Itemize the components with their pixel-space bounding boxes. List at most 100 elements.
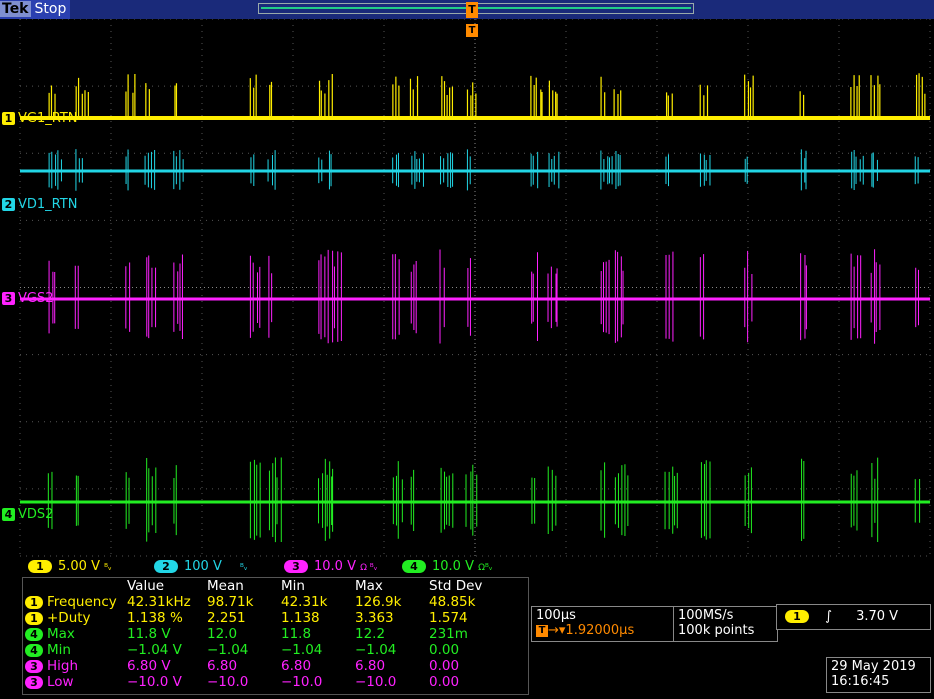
record-length: 100k points: [678, 623, 755, 638]
measurement-max: 12.2: [355, 626, 386, 642]
ch1-scale-icon: 1: [28, 560, 52, 573]
measurement-source-icon: 4: [25, 627, 43, 641]
measurement-source-icon: 4: [25, 643, 43, 657]
measurement-panel[interactable]: Value Mean Min Max Std Dev 1 Frequency 42.…: [22, 577, 529, 695]
channel-1-icon: 1: [2, 112, 15, 125]
timebase-box[interactable]: 100µs T →▾1.92000µs: [531, 606, 675, 642]
brand-logo: Tek: [0, 1, 31, 17]
measurement-mean: −10.0: [207, 674, 249, 690]
ch1-bw-icon: ᴮᵥ: [104, 563, 112, 573]
measurement-row[interactable]: 1 +Duty 1.138 % 2.251 1.138 3.363 1.574: [23, 610, 484, 626]
channel-3-name: VGS2: [18, 291, 54, 306]
trigger-position: 1.92000µs: [565, 623, 635, 638]
measurement-min: 6.80: [281, 658, 312, 674]
measurement-max: 3.363: [355, 610, 394, 626]
measurement-row[interactable]: 4 Max 11.8 V 12.0 11.8 12.2 231m: [23, 626, 484, 642]
channel-4-icon: 4: [2, 508, 15, 521]
trigger-position-icon[interactable]: T: [466, 2, 478, 18]
ch4-scale-icon: 4: [402, 560, 426, 573]
acquisition-state: Stop: [34, 1, 67, 17]
measurement-mean: 6.80: [207, 658, 238, 674]
brand-run-state[interactable]: Tek Stop: [0, 0, 70, 19]
ch1-scale[interactable]: 1 5.00 V ᴮᵥ: [28, 558, 112, 577]
measurement-header-row: Value Mean Min Max Std Dev: [23, 578, 484, 594]
measurement-row[interactable]: 1 Frequency 42.31kHz 98.71k 42.31k 126.9k 48.8…: [23, 594, 484, 610]
measurement-mean: −1.04: [207, 642, 249, 658]
ch2-scale[interactable]: 2 100 V ᴮᵥ: [154, 558, 248, 577]
ch3-scale[interactable]: 3 10.0 V Ω ᴮᵥ: [284, 558, 378, 577]
trigger-level: 3.70 V: [856, 609, 899, 624]
measurement-name: Min: [47, 642, 71, 658]
channel-3-icon: 3: [2, 292, 15, 305]
header-mean: Mean: [207, 578, 244, 594]
trigger-box[interactable]: 1 ∫ 3.70 V: [776, 604, 931, 630]
measurement-value: 1.138 %: [127, 610, 183, 626]
measurement-row[interactable]: 3 High 6.80 V 6.80 6.80 6.80 0.00: [23, 658, 484, 674]
measurement-mean: 98.71k: [207, 594, 254, 610]
measurement-value: 6.80 V: [127, 658, 171, 674]
ch2-scale-value: 100 V: [184, 559, 222, 574]
measurement-value: −1.04 V: [127, 642, 182, 658]
measurement-min: −1.04: [281, 642, 323, 658]
ch2-bw-icon: ᴮᵥ: [239, 563, 248, 573]
channel-3-label[interactable]: 3 VGS2: [2, 291, 54, 306]
header-value: Value: [127, 578, 165, 594]
header-max: Max: [355, 578, 383, 594]
measurement-mean: 12.0: [207, 626, 238, 642]
measurement-min: −10.0: [281, 674, 323, 690]
measurement-max: 126.9k: [355, 594, 402, 610]
measurement-row[interactable]: 4 Min −1.04 V −1.04 −1.04 −1.04 0.00: [23, 642, 484, 658]
ch3-scale-icon: 3: [284, 560, 308, 573]
ch2-scale-icon: 2: [154, 560, 178, 573]
rising-edge-icon: ∫: [825, 609, 832, 624]
ch3-scale-value: 10.0 V: [314, 559, 356, 574]
measurement-value: 42.31kHz: [127, 594, 191, 610]
measurement-source-icon: 1: [25, 595, 43, 609]
measurement-value: 11.8 V: [127, 626, 171, 642]
channel-scale-bar: 1 5.00 V ᴮᵥ 2 100 V ᴮᵥ 3 10.0 V Ω ᴮᵥ 4 10.0 …: [22, 558, 527, 576]
channel-2-label[interactable]: 2 VD1_RTN: [2, 197, 77, 212]
channel-4-name: VDS2: [18, 507, 54, 522]
acquisition-box[interactable]: 100MS/s 100k points: [673, 606, 778, 642]
measurement-table: Value Mean Min Max Std Dev 1 Frequency 42.…: [23, 578, 484, 690]
time: 16:16:45: [831, 674, 890, 689]
status-bar: Tek Stop T: [0, 0, 934, 19]
measurement-mean: 2.251: [207, 610, 246, 626]
horizontal-scale: 100µs: [536, 608, 576, 623]
date: 29 May 2019: [831, 659, 916, 674]
measurement-value: −10.0 V: [127, 674, 182, 690]
header-min: Min: [281, 578, 305, 594]
measurement-std: 0.00: [429, 642, 460, 658]
measurement-max: 6.80: [355, 658, 386, 674]
ch1-scale-value: 5.00 V: [58, 559, 100, 574]
graticule-center: [20, 19, 930, 556]
measurement-min: 42.31k: [281, 594, 328, 610]
measurement-min: 11.8: [281, 626, 312, 642]
waveform-display[interactable]: [0, 19, 934, 559]
measurement-std: 231m: [429, 626, 468, 642]
channel-1-label[interactable]: 1 VG1_RTN: [2, 111, 78, 126]
measurement-name: High: [47, 658, 79, 674]
measurement-min: 1.138: [281, 610, 320, 626]
trigger-time-icon: T: [466, 24, 478, 37]
measurement-std: 0.00: [429, 658, 460, 674]
trigger-source-icon: 1: [785, 610, 809, 623]
measurement-name: Frequency: [47, 594, 117, 610]
measurement-source-icon: 1: [25, 611, 43, 625]
measurement-std: 0.00: [429, 674, 460, 690]
measurement-name: +Duty: [47, 610, 91, 626]
channel-2-icon: 2: [2, 198, 15, 211]
measurement-source-icon: 3: [25, 659, 43, 673]
channel-4-label[interactable]: 4 VDS2: [2, 507, 53, 522]
measurement-row[interactable]: 3 Low −10.0 V −10.0 −10.0 −10.0 0.00: [23, 674, 484, 690]
ch4-scale-value: 10.0 V: [432, 559, 474, 574]
measurement-std: 1.574: [429, 610, 468, 626]
datetime-box: 29 May 2019 16:16:45: [826, 657, 931, 693]
measurement-name: Low: [47, 674, 74, 690]
header-std-dev: Std Dev: [429, 578, 483, 594]
sample-rate: 100MS/s: [678, 608, 734, 623]
trigger-delay-icon: T: [536, 624, 548, 637]
channel-1-name: VG1_RTN: [18, 111, 78, 126]
ch4-scale[interactable]: 4 10.0 V Ωᴮᵥ: [402, 558, 493, 577]
ch4-bw-icon: Ωᴮᵥ: [478, 563, 493, 573]
